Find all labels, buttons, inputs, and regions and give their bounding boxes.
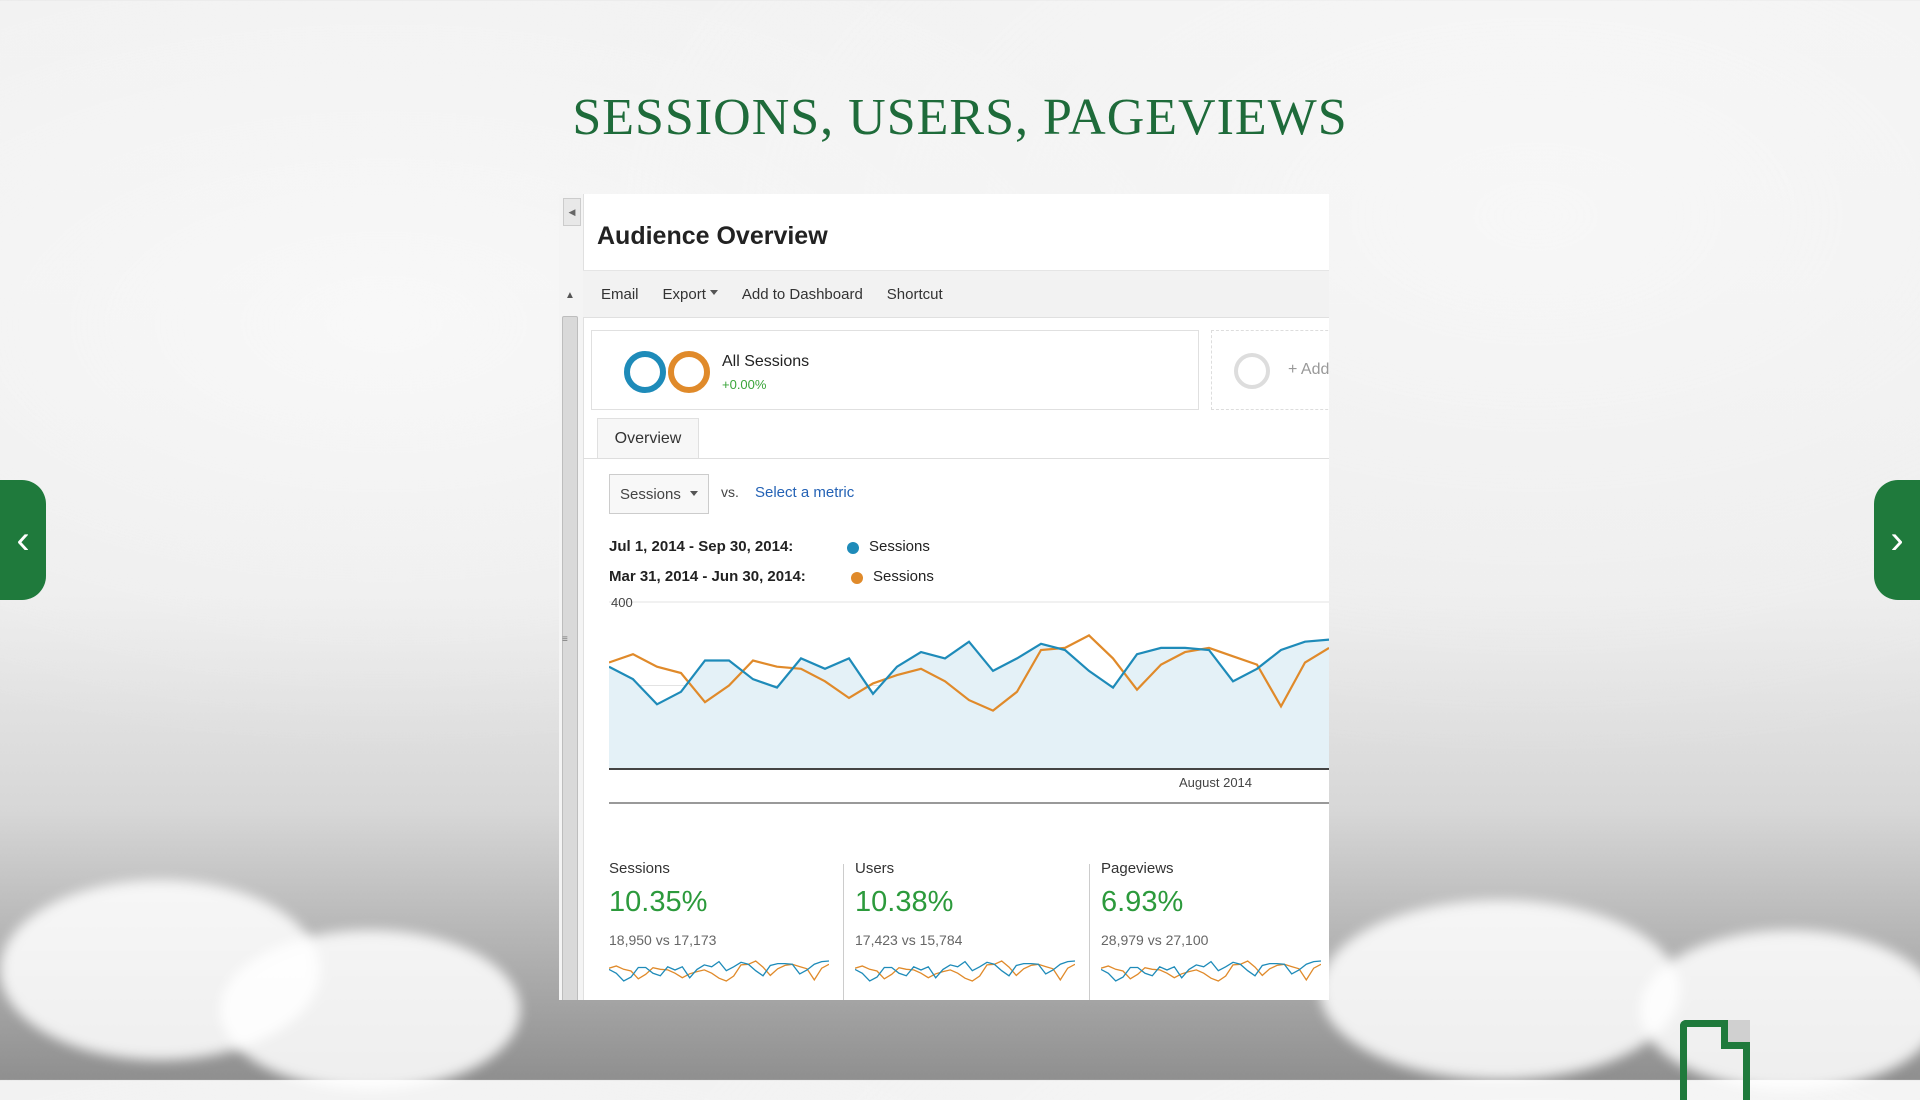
analytics-screenshot: ◀ ▲ ≡ Audience Overview Email Export Add…: [559, 194, 1329, 1000]
legend-date-range: Mar 31, 2014 - Jun 30, 2014:: [609, 568, 806, 585]
stat-label: Sessions: [609, 860, 670, 877]
add-segment-label: + Add: [1288, 361, 1329, 378]
shortcut-button[interactable]: Shortcut: [887, 286, 943, 303]
vs-label: vs.: [721, 484, 739, 500]
segment-name: All Sessions: [722, 353, 810, 370]
stat-value: 6.93%: [1101, 886, 1184, 918]
chevron-right-icon: ›: [1890, 517, 1904, 562]
segment-change: +0.00%: [722, 377, 767, 392]
y-tick-label: 400: [611, 595, 633, 610]
legend-row: Mar 31, 2014 - Jun 30, 2014: Sessions: [609, 568, 934, 585]
scroll-grip-icon[interactable]: ≡: [562, 634, 568, 645]
left-panel: ◀ ▲ ≡: [559, 194, 584, 1000]
stat-compare: 28,979 vs 27,100: [1101, 932, 1209, 948]
export-label: Export: [662, 285, 706, 303]
empty-ring-icon: [1234, 353, 1270, 389]
export-button[interactable]: Export: [663, 286, 718, 303]
metric-dropdown[interactable]: Sessions: [609, 474, 709, 514]
cloud: [1320, 900, 1680, 1080]
legend-series-label: Sessions: [873, 568, 934, 585]
stat-label: Users: [855, 860, 895, 877]
previous-slide-button[interactable]: ‹: [0, 480, 46, 600]
stat-label: Pageviews: [1101, 860, 1174, 877]
report-toolbar: Email Export Add to Dashboard Shortcut: [583, 271, 1329, 318]
segment-ring-icon: [668, 351, 710, 393]
sessions-line-chart[interactable]: 400200August 2014: [609, 594, 1329, 794]
legend-dot-icon: [847, 542, 859, 554]
stat-value: 10.35%: [609, 886, 708, 918]
stat-users[interactable]: Users 10.38% 17,423 vs 15,784: [855, 860, 1077, 1000]
legend-row: Jul 1, 2014 - Sep 30, 2014: Sessions: [609, 538, 930, 555]
email-button[interactable]: Email: [601, 286, 639, 303]
tab-overview[interactable]: Overview: [597, 418, 699, 459]
stat-divider: [1089, 864, 1090, 1000]
sparkline-sessions: [609, 960, 829, 982]
legend-series-label: Sessions: [869, 538, 930, 555]
legend-date-range: Jul 1, 2014 - Sep 30, 2014:: [609, 538, 794, 555]
chevron-down-icon: [690, 491, 698, 500]
stat-compare: 18,950 vs 17,173: [609, 932, 717, 948]
stat-pageviews[interactable]: Pageviews 6.93% 28,979 vs 27,100: [1101, 860, 1323, 1000]
cloud: [220, 930, 520, 1090]
sparkline-line: [1101, 960, 1321, 982]
chart-baseline: [609, 802, 1329, 804]
stat-value: 10.38%: [855, 886, 954, 918]
segment-card[interactable]: All Sessions +0.00%: [591, 330, 1199, 410]
tab-divider: [583, 458, 1329, 459]
collapse-button[interactable]: ◀: [563, 198, 581, 226]
report-header: Audience Overview: [583, 194, 1329, 271]
sparkline-line: [609, 960, 829, 982]
page-title: Audience Overview: [597, 222, 828, 250]
sparkline-pageviews: [1101, 960, 1321, 982]
stat-divider: [843, 864, 844, 1000]
scrollbar[interactable]: [562, 316, 578, 1000]
series-area: [609, 639, 1329, 769]
next-slide-button[interactable]: ›: [1874, 480, 1920, 600]
caret-left-icon: ◀: [568, 207, 576, 217]
add-segment-card[interactable]: + Add: [1211, 330, 1329, 410]
select-metric-link[interactable]: Select a metric: [755, 484, 854, 501]
scroll-up-icon[interactable]: ▲: [565, 290, 575, 301]
segment-ring-icon: [624, 351, 666, 393]
sparkline-line: [855, 960, 1075, 982]
chevron-down-icon: [709, 290, 718, 299]
document-icon[interactable]: [1680, 1020, 1750, 1100]
sparkline-users: [855, 960, 1075, 982]
legend-dot-icon: [851, 572, 863, 584]
stat-sessions[interactable]: Sessions 10.35% 18,950 vs 17,173: [609, 860, 831, 1000]
chevron-left-icon: ‹: [16, 517, 30, 562]
metric-dropdown-value: Sessions: [620, 485, 681, 503]
x-axis-label: August 2014: [1179, 775, 1252, 790]
slide-title: SESSIONS, USERS, PAGEVIEWS: [572, 89, 1348, 146]
stat-compare: 17,423 vs 15,784: [855, 932, 963, 948]
add-to-dashboard-button[interactable]: Add to Dashboard: [742, 286, 863, 303]
